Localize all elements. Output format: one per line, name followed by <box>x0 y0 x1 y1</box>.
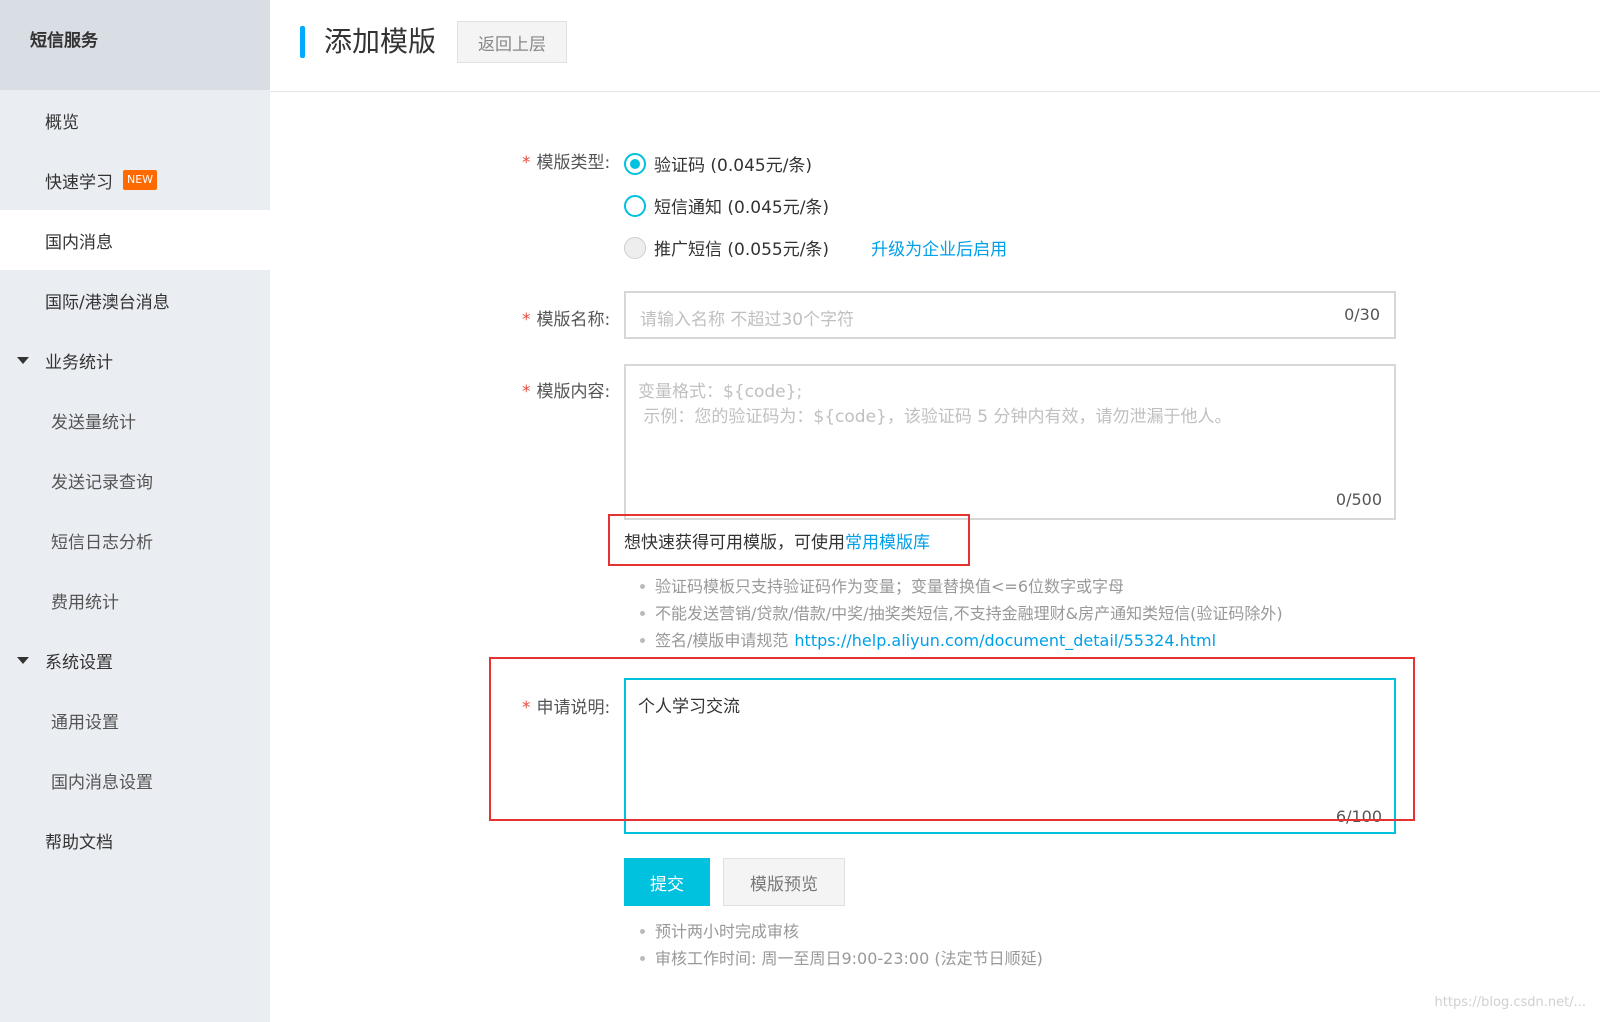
sidebar-item-send-volume[interactable]: 发送量统计 <box>0 390 270 450</box>
radio-label: 验证码 (0.045元/条) <box>654 156 813 176</box>
sidebar-item-label: 快速学习 <box>45 172 113 193</box>
sidebar-group-statistics[interactable]: 业务统计 <box>0 330 270 390</box>
sidebar-item-domestic[interactable]: 国内消息 <box>0 210 270 270</box>
content-char-counter: 0/500 <box>1335 490 1382 509</box>
sidebar-item-send-records[interactable]: 发送记录查询 <box>0 450 270 510</box>
name-placeholder: 请输入名称 不超过30个字符 <box>640 310 855 330</box>
rule-text: 签名/模版申请规范 <box>655 631 789 650</box>
sidebar-item-overview[interactable]: 概览 <box>0 90 270 150</box>
radio-option-notification[interactable]: 短信通知 (0.045元/条) <box>624 193 829 218</box>
required-mark: * <box>522 698 531 718</box>
sidebar-item-label: 发送记录查询 <box>51 472 153 493</box>
sidebar-item-label: 帮助文档 <box>45 832 113 853</box>
radio-label: 短信通知 (0.045元/条) <box>654 198 830 218</box>
sidebar-item-label: 概览 <box>45 112 79 133</box>
sidebar-item-label: 发送量统计 <box>51 412 136 433</box>
sidebar-item-general-settings[interactable]: 通用设置 <box>0 690 270 750</box>
remark-char-counter: 6/100 <box>1335 807 1382 826</box>
radio-label: 推广短信 (0.055元/条) <box>654 240 830 260</box>
label-text: 模版类型: <box>536 153 611 173</box>
spec-help-link[interactable]: https://help.aliyun.com/document_detail/… <box>794 627 1216 654</box>
rules-list: 验证码模板只支持验证码作为变量；变量替换值<=6位数字或字母 不能发送营销/贷款… <box>640 573 1283 654</box>
page-header: 添加模版 返回上层 <box>270 0 1600 92</box>
radio-option-promotion: 推广短信 (0.055元/条) 升级为企业后启用 <box>624 235 1007 260</box>
required-mark: * <box>522 310 531 330</box>
submit-button[interactable]: 提交 <box>624 858 710 906</box>
sidebar-item-cost-stats[interactable]: 费用统计 <box>0 570 270 630</box>
list-item: 验证码模板只支持验证码作为变量；变量替换值<=6位数字或字母 <box>640 573 1283 600</box>
application-remark-textarea[interactable]: 个人学习交流 6/100 <box>624 678 1396 834</box>
sidebar-item-label: 国内消息设置 <box>51 772 153 793</box>
caret-down-icon <box>17 657 29 664</box>
page-title: 添加模版 <box>324 25 437 58</box>
application-remark-label: * 申请说明: <box>522 693 610 718</box>
title-accent-bar <box>300 26 305 58</box>
review-notes-list: 预计两小时完成审核 审核工作时间: 周一至周日9:00-23:00 (法定节日顺… <box>640 918 1043 972</box>
new-badge: NEW <box>123 170 158 190</box>
sidebar-group-settings[interactable]: 系统设置 <box>0 630 270 690</box>
rule-text: 不能发送营销/贷款/借款/中奖/抽奖类短信,不支持金融理财&房产通知类短信(验证… <box>655 604 1283 623</box>
back-button[interactable]: 返回上层 <box>457 21 567 63</box>
list-item: 签名/模版申请规范 https://help.aliyun.com/docume… <box>640 627 1283 654</box>
sidebar-item-international[interactable]: 国际/港澳台消息 <box>0 270 270 330</box>
name-char-counter: 0/30 <box>1344 305 1380 324</box>
remark-value: 个人学习交流 <box>638 697 740 717</box>
label-text: 申请说明: <box>536 698 611 718</box>
sidebar-item-label: 通用设置 <box>51 712 119 733</box>
quick-template-hint: 想快速获得可用模版，可使用常用模版库 <box>624 528 930 553</box>
label-text: 模版内容: <box>536 382 611 402</box>
upgrade-link[interactable]: 升级为企业后启用 <box>871 235 1007 260</box>
template-name-label: * 模版名称: <box>522 305 610 330</box>
template-preview-button[interactable]: 模版预览 <box>723 858 845 906</box>
rule-text: 验证码模板只支持验证码作为变量；变量替换值<=6位数字或字母 <box>655 577 1124 596</box>
required-mark: * <box>522 153 531 173</box>
bullet-icon <box>640 584 645 589</box>
sidebar-item-label: 国际/港澳台消息 <box>45 292 170 313</box>
sidebar-item-label: 短信日志分析 <box>51 532 153 553</box>
template-content-textarea[interactable]: 变量格式：${code}; 示例：您的验证码为：${code}，该验证码 5 分… <box>624 364 1396 520</box>
radio-checked-icon[interactable] <box>624 152 646 175</box>
sidebar-item-label: 业务统计 <box>45 352 113 373</box>
list-item: 审核工作时间: 周一至周日9:00-23:00 (法定节日顺延) <box>640 945 1043 972</box>
bullet-icon <box>640 638 645 643</box>
sidebar-item-log-analysis[interactable]: 短信日志分析 <box>0 510 270 570</box>
bullet-icon <box>640 929 645 934</box>
watermark: https://blog.csdn.net/... <box>1434 995 1586 1010</box>
radio-unchecked-icon[interactable] <box>624 194 646 217</box>
sidebar-item-label: 国内消息 <box>45 232 113 253</box>
bullet-icon <box>640 611 645 616</box>
note-text: 审核工作时间: 周一至周日9:00-23:00 (法定节日顺延) <box>655 949 1043 968</box>
sidebar-item-quick-learn[interactable]: 快速学习 NEW <box>0 150 270 210</box>
sidebar-item-label: 费用统计 <box>51 592 119 613</box>
common-template-library-link[interactable]: 常用模版库 <box>845 533 930 553</box>
content-placeholder-line2: 示例：您的验证码为：${code}，该验证码 5 分钟内有效，请勿泄漏于他人。 <box>638 407 1232 427</box>
sidebar-item-help-docs[interactable]: 帮助文档 <box>0 810 270 870</box>
list-item: 不能发送营销/贷款/借款/中奖/抽奖类短信,不支持金融理财&房产通知类短信(验证… <box>640 600 1283 627</box>
required-mark: * <box>522 382 531 402</box>
radio-disabled-icon <box>624 236 646 259</box>
list-item: 预计两小时完成审核 <box>640 918 1043 945</box>
sidebar-item-label: 系统设置 <box>45 652 113 673</box>
template-name-input[interactable]: 请输入名称 不超过30个字符 0/30 <box>624 291 1396 339</box>
template-content-label: * 模版内容: <box>522 377 610 402</box>
template-type-label: * 模版类型: <box>522 148 610 173</box>
note-text: 预计两小时完成审核 <box>655 922 800 941</box>
caret-down-icon <box>17 357 29 364</box>
label-text: 模版名称: <box>536 310 611 330</box>
radio-option-verification[interactable]: 验证码 (0.045元/条) <box>624 151 812 176</box>
hint-text: 想快速获得可用模版，可使用 <box>624 533 845 553</box>
content-placeholder-line1: 变量格式：${code}; <box>638 382 803 402</box>
bullet-icon <box>640 956 645 961</box>
sidebar-item-domestic-settings[interactable]: 国内消息设置 <box>0 750 270 810</box>
sidebar: 短信服务 概览 快速学习 NEW 国内消息 国际/港澳台消息 业务统计 发送量统… <box>0 0 270 1022</box>
sidebar-title: 短信服务 <box>0 0 270 90</box>
